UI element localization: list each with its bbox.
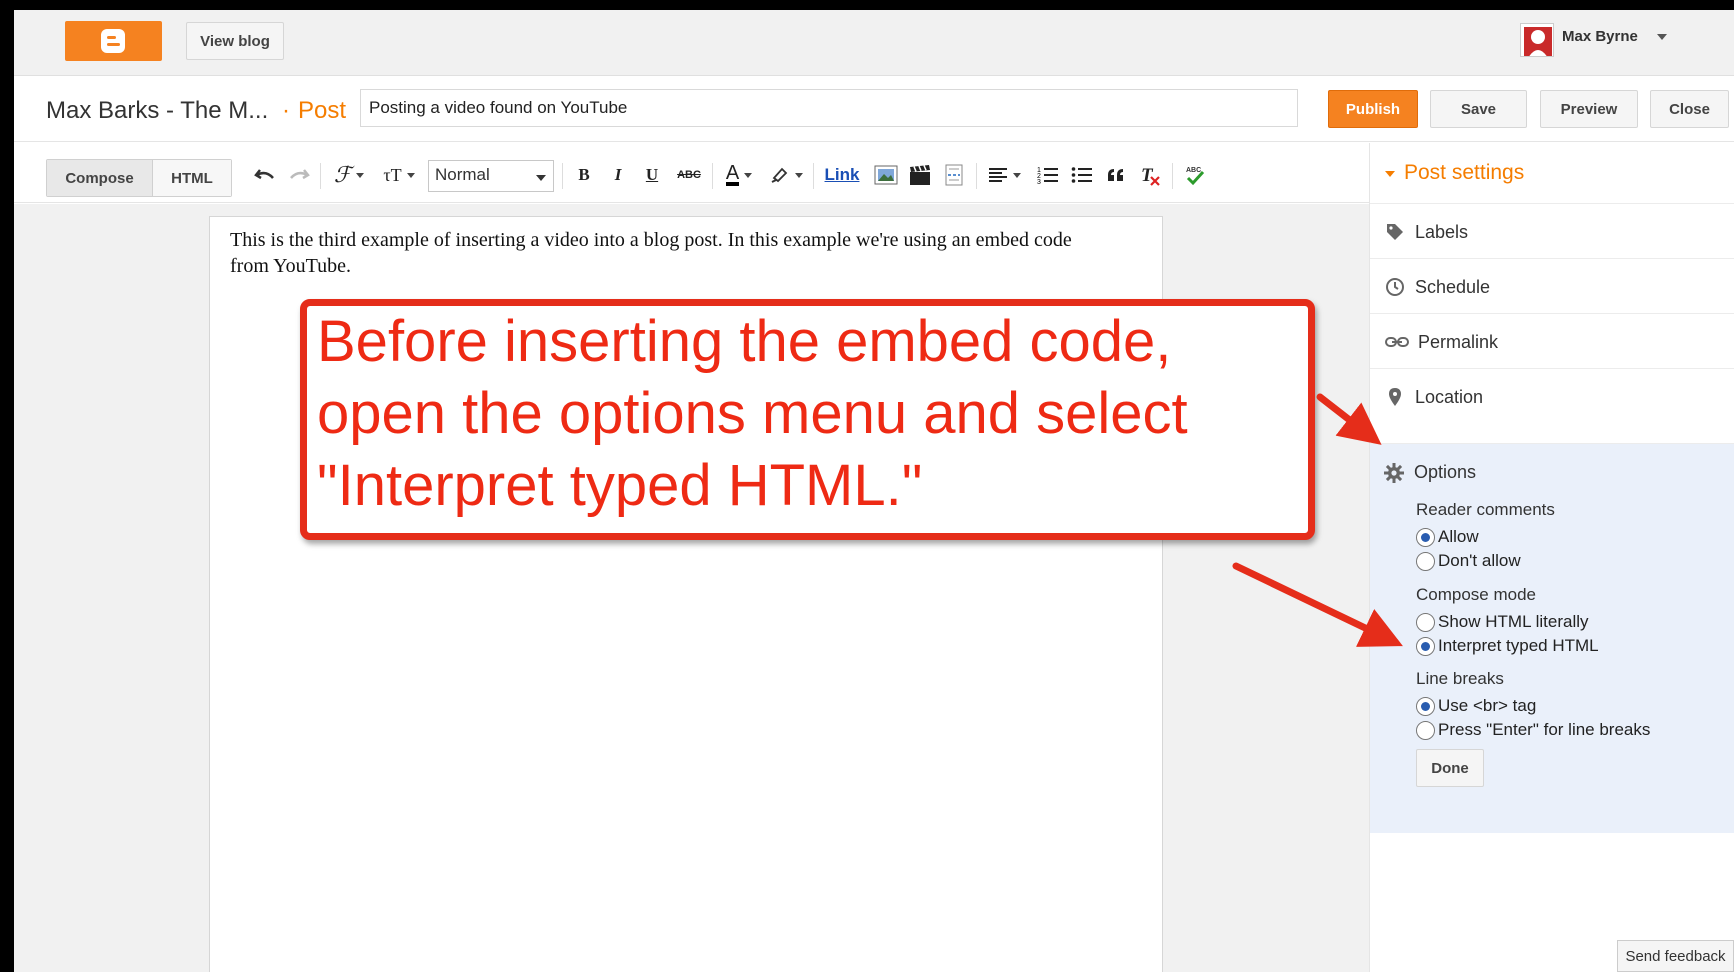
insert-video-icon[interactable] <box>906 161 934 189</box>
undo-icon[interactable] <box>252 161 278 189</box>
radio-button-selected[interactable] <box>1416 527 1435 547</box>
radio-button[interactable] <box>1416 612 1435 632</box>
tag-icon <box>1387 224 1403 240</box>
quote-icon[interactable] <box>1102 161 1130 189</box>
sidebar-item-label: Schedule <box>1415 277 1491 297</box>
annotation-callout: Before inserting the embed code, open th… <box>300 299 1315 540</box>
svg-text:3: 3 <box>1037 179 1041 185</box>
post-body-text[interactable]: This is the third example of inserting a… <box>230 227 1110 279</box>
post-title-input[interactable] <box>360 89 1298 127</box>
gear-icon[interactable] <box>1383 462 1405 484</box>
sidebar-item-label: Labels <box>1415 222 1469 242</box>
clock-icon <box>1386 278 1404 296</box>
radio-press-enter-line-breaks[interactable]: Press "Enter" for line breaks <box>1416 719 1650 741</box>
blogger-icon <box>101 29 125 53</box>
strikethrough-button[interactable]: ABC <box>674 161 704 189</box>
close-button[interactable]: Close <box>1650 90 1729 128</box>
radio-label: Allow <box>1438 527 1479 546</box>
underline-button[interactable]: U <box>640 161 664 189</box>
sidebar-item-label: Permalink <box>1418 332 1499 352</box>
line-breaks-heading: Line breaks <box>1416 669 1504 688</box>
sidebar-item-location[interactable]: Location <box>1370 368 1734 423</box>
sidebar-item-labels[interactable]: Labels <box>1370 203 1734 258</box>
toolbar-divider <box>562 163 563 189</box>
save-button[interactable]: Save <box>1430 90 1527 128</box>
toolbar-divider <box>976 163 977 189</box>
user-avatar-icon <box>1521 24 1553 56</box>
radio-button-selected[interactable] <box>1416 636 1435 656</box>
numbered-list-icon[interactable]: 123 <box>1034 161 1062 189</box>
pin-icon <box>1389 388 1401 406</box>
link-icon <box>1385 337 1409 347</box>
avatar[interactable] <box>1520 23 1554 57</box>
radio-label: Press "Enter" for line breaks <box>1438 720 1651 739</box>
bold-button[interactable]: B <box>572 161 596 189</box>
toolbar-divider <box>1172 163 1173 189</box>
breadcrumb-separator: · <box>282 97 290 124</box>
text-color-button[interactable]: A <box>720 161 758 189</box>
remove-formatting-icon[interactable]: T <box>1136 161 1164 189</box>
redo-icon[interactable] <box>286 161 312 189</box>
preview-button[interactable]: Preview <box>1540 90 1638 128</box>
sidebar-item-schedule[interactable]: Schedule <box>1370 258 1734 313</box>
blogger-logo[interactable] <box>65 21 162 61</box>
font-size-icon[interactable]: τT <box>377 161 421 189</box>
tab-html[interactable]: HTML <box>153 160 231 196</box>
bulleted-list-icon[interactable] <box>1068 161 1096 189</box>
options-label[interactable]: Options <box>1414 462 1476 483</box>
align-icon[interactable] <box>984 161 1024 189</box>
breadcrumb-post: Post <box>298 97 347 124</box>
view-blog-button[interactable]: View blog <box>186 22 284 60</box>
font-family-icon[interactable]: ℱ <box>329 161 369 189</box>
tab-compose[interactable]: Compose <box>47 160 153 196</box>
radio-dont-allow-comments[interactable]: Don't allow <box>1416 550 1521 572</box>
text-color-glyph: A <box>725 162 740 186</box>
sidebar-item-permalink[interactable]: Permalink <box>1370 313 1734 368</box>
user-name[interactable]: Max Byrne <box>1562 28 1638 45</box>
top-bar: View blog Max Byrne <box>14 10 1734 76</box>
radio-interpret-typed-html[interactable]: Interpret typed HTML <box>1416 635 1599 657</box>
post-settings-header[interactable]: Post settings <box>1370 143 1734 203</box>
done-button[interactable]: Done <box>1416 749 1484 787</box>
spell-check-icon[interactable]: ABC <box>1180 161 1210 189</box>
radio-show-html-literally[interactable]: Show HTML literally <box>1416 611 1589 633</box>
insert-image-icon[interactable] <box>872 161 900 189</box>
reader-comments-heading: Reader comments <box>1416 500 1555 519</box>
insert-jump-break-icon[interactable] <box>940 161 968 189</box>
radio-allow-comments[interactable]: Allow <box>1416 526 1479 548</box>
annotation-text: Before inserting the embed code, open th… <box>317 309 1188 518</box>
compose-mode-heading: Compose mode <box>1416 585 1537 604</box>
highlight-color-icon[interactable] <box>767 161 805 189</box>
radio-button[interactable] <box>1416 720 1435 740</box>
account-chevron-down-icon[interactable] <box>1657 34 1667 40</box>
publish-button[interactable]: Publish <box>1328 90 1418 128</box>
send-feedback-button[interactable]: Send feedback <box>1617 940 1734 972</box>
italic-button[interactable]: I <box>606 161 630 189</box>
radio-button-selected[interactable] <box>1416 696 1435 716</box>
radio-label: Use <br> tag <box>1438 696 1537 715</box>
sidebar-item-label: Location <box>1415 387 1484 407</box>
post-settings-sidebar: Post settings Labels Schedule Permalink … <box>1369 143 1734 972</box>
radio-label: Show HTML literally <box>1438 612 1589 631</box>
radio-button[interactable] <box>1416 551 1435 571</box>
chevron-down-icon <box>536 175 546 181</box>
options-panel: Options Reader comments Allow Don't allo… <box>1370 443 1734 833</box>
blog-title[interactable]: Max Barks - The M... <box>46 97 268 125</box>
editor-toolbar: Compose HTML ℱ τT Normal B I U ABC A Lin… <box>14 143 1369 203</box>
toolbar-divider <box>712 163 713 189</box>
link-button[interactable]: Link <box>822 161 862 189</box>
radio-use-br-tag[interactable]: Use <br> tag <box>1416 695 1536 717</box>
post-settings-title: Post settings <box>1404 161 1525 184</box>
radio-label: Don't allow <box>1438 551 1521 570</box>
post-title-bar: Max Barks - The M... · Post Publish Save… <box>14 76 1734 142</box>
toolbar-divider <box>320 163 321 189</box>
toolbar-divider <box>813 163 814 189</box>
mode-tabs: Compose HTML <box>46 159 232 197</box>
paragraph-format-select[interactable]: Normal <box>428 160 554 192</box>
svg-text:ABC: ABC <box>1186 167 1201 174</box>
radio-label: Interpret typed HTML <box>1438 636 1599 655</box>
collapse-chevron-icon <box>1385 171 1395 177</box>
format-value: Normal <box>435 165 490 184</box>
